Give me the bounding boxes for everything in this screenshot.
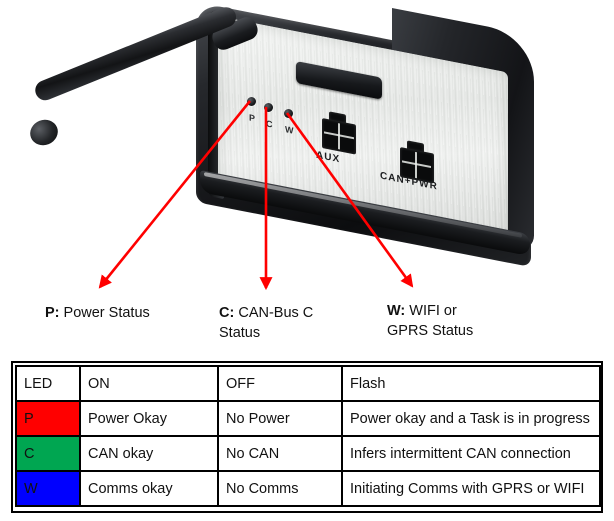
cell-flash-p: Power okay and a Task is in progress: [341, 400, 601, 437]
cell-off-c: No CAN: [217, 435, 343, 472]
cell-on-w: Comms okay: [79, 470, 219, 507]
caption-power: P: Power Status: [45, 303, 150, 323]
silkscreen-label-p: P: [249, 112, 256, 124]
caption-wifi-key: W:: [387, 303, 406, 319]
cell-off-p: No Power: [217, 400, 343, 437]
device-photo: P C W AUX CAN+PWR: [0, 0, 614, 290]
cell-on-c: CAN okay: [79, 435, 219, 472]
caption-wifi-line2: GPRS Status: [387, 323, 474, 339]
aux-connector: [322, 110, 356, 155]
caption-can-line1: CAN-Bus C: [234, 305, 314, 321]
cell-off-w: No Comms: [217, 470, 343, 507]
caption-can: C: CAN-Bus C Status: [219, 303, 313, 343]
led-indicator-p: [247, 97, 256, 106]
header-flash: Flash: [341, 365, 601, 402]
table-row: W Comms okay No Comms Initiating Comms w…: [15, 470, 601, 507]
header-led: LED: [15, 365, 81, 402]
table-row: P Power Okay No Power Power okay and a T…: [15, 400, 601, 437]
caption-power-key: P:: [45, 305, 60, 321]
table-header-row: LED ON OFF Flash: [15, 365, 601, 402]
caption-wifi-line1: WIFI or: [405, 303, 457, 319]
led-swatch-w: W: [15, 470, 81, 507]
led-swatch-p: P: [15, 400, 81, 437]
led-swatch-c: C: [15, 435, 81, 472]
caption-can-line2: Status: [219, 325, 261, 341]
caption-power-line1: Power Status: [59, 305, 150, 321]
caption-can-key: C:: [219, 305, 235, 321]
table-row: C CAN okay No CAN Infers intermittent CA…: [15, 435, 601, 472]
caption-wifi: W: WIFI or GPRS Status: [387, 301, 473, 341]
header-off: OFF: [217, 365, 343, 402]
silkscreen-label-c: C: [266, 118, 273, 130]
header-on: ON: [79, 365, 219, 402]
silkscreen-label-w: W: [285, 124, 294, 136]
led-indicator-c: [264, 103, 273, 112]
led-status-table: LED ON OFF Flash P Power Okay No Power P…: [15, 365, 601, 507]
cell-on-p: Power Okay: [79, 400, 219, 437]
led-indicator-w: [284, 109, 293, 118]
cell-flash-w: Initiating Comms with GPRS or WIFI: [341, 470, 601, 507]
antenna-tip: [26, 115, 62, 150]
cell-flash-c: Infers intermittent CAN connection: [341, 435, 601, 472]
